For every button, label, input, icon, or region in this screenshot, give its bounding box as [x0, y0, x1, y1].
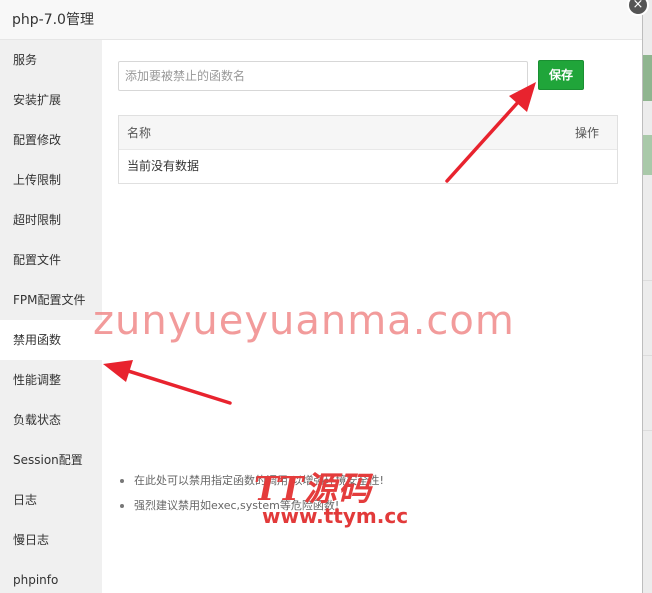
sidebar-item-log[interactable]: 日志	[0, 480, 102, 520]
sidebar-item-session-config[interactable]: Session配置	[0, 440, 102, 480]
background-green-block	[643, 55, 652, 101]
background-divider	[643, 355, 652, 356]
column-header-name: 名称	[127, 126, 152, 140]
sidebar-item-config-edit[interactable]: 配置修改	[0, 120, 102, 160]
disabled-functions-table: 名称 操作 当前没有数据	[118, 115, 618, 184]
bullet-icon	[120, 504, 124, 508]
background-divider	[643, 430, 652, 431]
function-name-input[interactable]	[118, 61, 528, 91]
sidebar-item-timeout-limit[interactable]: 超时限制	[0, 200, 102, 240]
watermark-text: zunyueyuanma.com	[93, 298, 515, 344]
column-header-actions: 操作	[574, 126, 599, 140]
sidebar-item-disabled-functions[interactable]: 禁用函数	[0, 320, 102, 360]
sidebar-item-install-extensions[interactable]: 安装扩展	[0, 80, 102, 120]
dialog-title: php-7.0管理	[0, 0, 642, 40]
background-green-block	[643, 135, 652, 175]
sidebar-nav: 服务 安装扩展 配置修改 上传限制 超时限制 配置文件 FPM配置文件 禁用函数…	[0, 40, 102, 593]
background-page-edge	[643, 0, 652, 593]
sidebar-item-service[interactable]: 服务	[0, 40, 102, 80]
sidebar-item-slow-log[interactable]: 慢日志	[0, 520, 102, 560]
bullet-icon	[120, 479, 124, 483]
sidebar-item-phpinfo[interactable]: phpinfo	[0, 560, 102, 593]
sidebar-item-performance[interactable]: 性能调整	[0, 360, 102, 400]
site-logo: TT源码 www.ttym.cc	[250, 462, 408, 532]
sidebar-item-fpm-config[interactable]: FPM配置文件	[0, 280, 102, 320]
sidebar-item-config-file[interactable]: 配置文件	[0, 240, 102, 280]
logo-url: www.ttym.cc	[262, 504, 409, 528]
sidebar-item-load-status[interactable]: 负载状态	[0, 400, 102, 440]
sidebar-item-upload-limit[interactable]: 上传限制	[0, 160, 102, 200]
logo-mark: TT源码	[254, 469, 372, 508]
background-divider	[643, 280, 652, 281]
save-button[interactable]: 保存	[538, 60, 584, 90]
table-header: 名称 操作	[119, 116, 617, 150]
table-empty-row: 当前没有数据	[127, 159, 200, 173]
